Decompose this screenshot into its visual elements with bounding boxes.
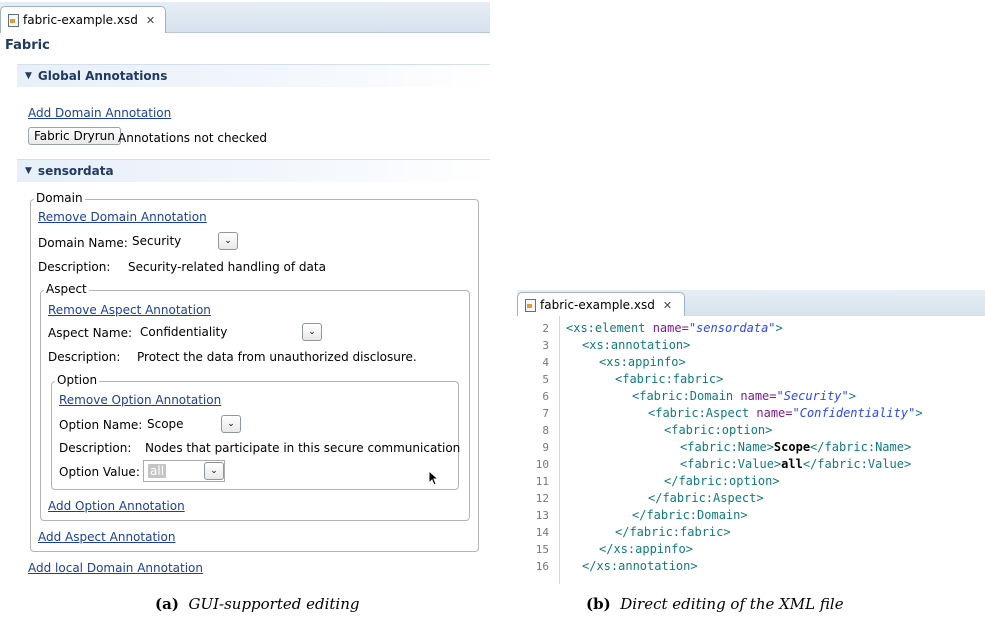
line-number: 2: [542, 322, 549, 335]
line-number: 9: [542, 441, 549, 454]
caption-b: (b) Direct editing of the XML file: [586, 595, 844, 613]
editor-tab[interactable]: fabric-example.xsd ✕: [0, 6, 167, 33]
dropdown-arrow-icon[interactable]: ⌄: [204, 462, 224, 480]
xml-editor-tab[interactable]: fabric-example.xsd ✕: [517, 292, 686, 317]
line-number: 11: [535, 475, 549, 488]
code-line-13[interactable]: </fabric:Domain>: [632, 507, 748, 524]
option-value-label: Option Value:: [59, 465, 140, 479]
code-line-3[interactable]: <xs:annotation>: [582, 337, 690, 354]
domain-legend: Domain: [34, 191, 85, 205]
mouse-cursor-icon: [428, 470, 440, 486]
option-value-combo[interactable]: all ⌄: [143, 460, 225, 482]
editor-tab-bar: fabric-example.xsd ✕: [0, 2, 490, 33]
caption-b-text: Direct editing of the XML file: [620, 595, 844, 613]
option-legend: Option: [55, 373, 100, 387]
line-number: 8: [542, 424, 549, 437]
section-title: sensordata: [37, 164, 114, 178]
domain-description-label: Description:: [38, 260, 111, 274]
option-description-value: Nodes that participate in this secure co…: [145, 441, 461, 455]
caption-a: (a) GUI-supported editing: [155, 595, 360, 613]
form-title: Fabric: [5, 38, 50, 53]
domain-name-select[interactable]: Security ⌄: [128, 231, 238, 251]
aspect-name-select[interactable]: Confidentiality ⌄: [136, 322, 322, 342]
code-line-15[interactable]: </xs:appinfo>: [599, 541, 693, 558]
xml-text-area[interactable]: 2 3 4 5 6 7 8 9 10 11 12 13 14 15 16 <xs:element name=…: [517, 316, 985, 584]
xml-editor-panel: fabric-example.xsd ✕ 2 3 4 5 6 7 8 9 10 11 12 13 14 1…: [517, 290, 985, 584]
code-line-14[interactable]: </fabric:fabric>: [615, 524, 731, 541]
add-local-domain-annotation-link[interactable]: Add local Domain Annotation: [28, 561, 203, 575]
dryrun-status: Annotations not checked: [118, 131, 268, 145]
code-line-16[interactable]: </xs:annotation>: [582, 558, 698, 575]
file-icon: [7, 14, 19, 27]
code-line-6[interactable]: <fabric:Domain name="Security">: [632, 388, 856, 405]
caption-a-text: GUI-supported editing: [188, 595, 360, 613]
line-number: 10: [535, 458, 549, 471]
code-line-10[interactable]: <fabric:Value>all</fabric:Value>: [680, 456, 911, 473]
tab-label: fabric-example.xsd: [540, 298, 655, 312]
line-number: 7: [542, 407, 549, 420]
option-name-value: Scope: [147, 417, 184, 431]
line-number: 3: [542, 339, 549, 352]
option-name-select[interactable]: Scope ⌄: [143, 414, 241, 434]
domain-name-value: Security: [132, 234, 182, 248]
remove-domain-annotation-link[interactable]: Remove Domain Annotation: [38, 210, 207, 224]
caption-b-label: (b): [586, 595, 611, 613]
add-domain-annotation-link[interactable]: Add Domain Annotation: [28, 106, 171, 120]
caption-a-label: (a): [155, 595, 179, 613]
domain-name-label: Domain Name:: [38, 236, 128, 250]
code-line-5[interactable]: <fabric:fabric>: [615, 371, 723, 388]
aspect-name-label: Aspect Name:: [48, 326, 133, 340]
aspect-legend: Aspect: [44, 282, 89, 296]
twistie-down-icon[interactable]: ▼: [25, 166, 32, 176]
line-number: 16: [535, 560, 549, 573]
fabric-dryrun-button[interactable]: Fabric Dryrun: [28, 127, 121, 145]
line-number: 13: [535, 509, 549, 522]
line-number: 14: [535, 526, 549, 539]
domain-description-value: Security-related handling of data: [128, 260, 326, 274]
file-icon: [524, 299, 536, 312]
code-line-7[interactable]: <fabric:Aspect name="Confidentiality">: [648, 405, 923, 422]
aspect-name-value: Confidentiality: [140, 325, 228, 339]
line-number: 5: [542, 373, 549, 386]
option-name-label: Option Name:: [59, 418, 143, 432]
aspect-description-label: Description:: [48, 350, 121, 364]
line-number: 15: [535, 543, 549, 556]
gui-editor-panel: fabric-example.xsd ✕ Fabric ▼ Global Ann…: [0, 0, 490, 584]
code-line-9[interactable]: <fabric:Name>Scope</fabric:Name>: [680, 439, 911, 456]
code-line-2[interactable]: <xs:element name="sensordata">: [566, 320, 783, 337]
line-number: 6: [542, 390, 549, 403]
section-title: Global Annotations: [37, 69, 168, 83]
tab-label: fabric-example.xsd: [23, 13, 138, 27]
aspect-description-value: Protect the data from unauthorized discl…: [137, 350, 417, 364]
close-icon[interactable]: ✕: [146, 14, 155, 27]
remove-option-annotation-link[interactable]: Remove Option Annotation: [59, 393, 221, 407]
dropdown-arrow-icon[interactable]: ⌄: [218, 232, 238, 250]
dropdown-arrow-icon[interactable]: ⌄: [302, 323, 322, 341]
remove-aspect-annotation-link[interactable]: Remove Aspect Annotation: [48, 303, 211, 317]
section-sensordata[interactable]: ▼ sensordata: [17, 159, 490, 182]
add-option-annotation-link[interactable]: Add Option Annotation: [48, 499, 185, 513]
line-number: 4: [542, 356, 549, 369]
code-line-4[interactable]: <xs:appinfo>: [599, 354, 686, 371]
code-line-8[interactable]: <fabric:option>: [664, 422, 772, 439]
line-number: 12: [535, 492, 549, 505]
option-description-label: Description:: [59, 441, 132, 455]
xml-tab-bar: fabric-example.xsd ✕: [517, 290, 985, 317]
code-line-12[interactable]: </fabric:Aspect>: [648, 490, 764, 507]
option-value-text[interactable]: all: [148, 464, 167, 478]
twistie-down-icon[interactable]: ▼: [25, 71, 32, 81]
section-global-annotations[interactable]: ▼ Global Annotations: [17, 64, 490, 87]
dropdown-arrow-icon[interactable]: ⌄: [221, 415, 241, 433]
add-aspect-annotation-link[interactable]: Add Aspect Annotation: [38, 530, 175, 544]
code-line-11[interactable]: </fabric:option>: [664, 473, 780, 490]
close-icon[interactable]: ✕: [663, 299, 672, 312]
